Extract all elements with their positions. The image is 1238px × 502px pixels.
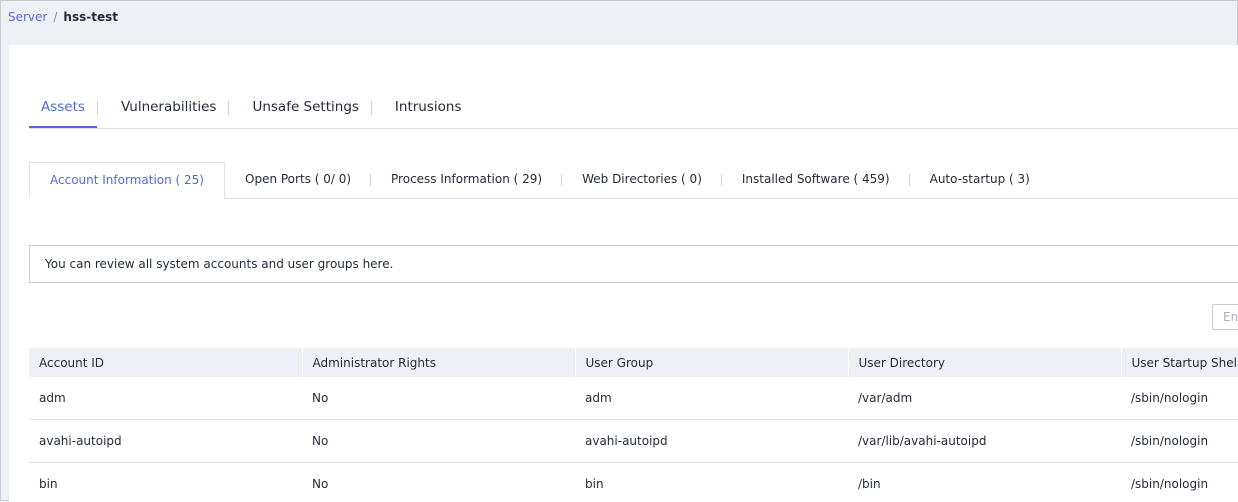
- column-header-user-group: User Group: [575, 348, 848, 377]
- subtab-process-information[interactable]: Process Information ( 29): [371, 162, 562, 198]
- tab-intrusions[interactable]: Intrusions: [383, 93, 474, 126]
- table-row: bin No bin /bin /sbin/nologin: [29, 463, 1238, 502]
- cell-user-directory: /var/adm: [848, 377, 1121, 420]
- column-header-user-directory: User Directory: [848, 348, 1121, 377]
- breadcrumb-server-link[interactable]: Server: [8, 10, 47, 24]
- subtab-account-information[interactable]: Account Information ( 25): [29, 162, 225, 199]
- cell-user-group: bin: [575, 463, 848, 502]
- subtab-open-ports[interactable]: Open Ports ( 0/ 0): [225, 162, 371, 198]
- cell-user-startup-shell: /sbin/nologin: [1121, 377, 1238, 420]
- search-input[interactable]: Ent: [1212, 304, 1238, 330]
- cell-administrator-rights: No: [302, 420, 575, 463]
- cell-administrator-rights: No: [302, 463, 575, 502]
- subtab-auto-startup[interactable]: Auto-startup ( 3): [910, 162, 1050, 198]
- cell-user-startup-shell: /sbin/nologin: [1121, 463, 1238, 502]
- cell-account-id: bin: [29, 463, 302, 502]
- info-notice: You can review all system accounts and u…: [29, 245, 1238, 283]
- subtab-web-directories[interactable]: Web Directories ( 0): [562, 162, 722, 198]
- cell-account-id: adm: [29, 377, 302, 420]
- tab-vulnerabilities[interactable]: Vulnerabilities: [109, 93, 229, 126]
- cell-user-group: adm: [575, 377, 848, 420]
- breadcrumb: Server / hss-test: [8, 9, 118, 25]
- table-header-row: Account ID Administrator Rights User Gro…: [29, 348, 1238, 377]
- main-tabs: Assets Vulnerabilities Unsafe Settings I…: [29, 93, 1238, 129]
- column-header-account-id: Account ID: [29, 348, 302, 377]
- cell-account-id: avahi-autoipd: [29, 420, 302, 463]
- tab-unsafe-settings[interactable]: Unsafe Settings: [240, 93, 370, 126]
- breadcrumb-separator: /: [53, 10, 57, 24]
- column-header-administrator-rights: Administrator Rights: [302, 348, 575, 377]
- tab-assets[interactable]: Assets: [29, 93, 97, 128]
- cell-user-directory: /var/lib/avahi-autoipd: [848, 420, 1121, 463]
- content-panel: Assets Vulnerabilities Unsafe Settings I…: [9, 45, 1238, 502]
- subtab-installed-software[interactable]: Installed Software ( 459): [722, 162, 910, 198]
- sub-tabs: Account Information ( 25) Open Ports ( 0…: [29, 162, 1238, 199]
- cell-user-directory: /bin: [848, 463, 1121, 502]
- cell-user-startup-shell: /sbin/nologin: [1121, 420, 1238, 463]
- breadcrumb-current: hss-test: [63, 10, 118, 24]
- cell-user-group: avahi-autoipd: [575, 420, 848, 463]
- accounts-table: Account ID Administrator Rights User Gro…: [29, 348, 1238, 502]
- table-row: avahi-autoipd No avahi-autoipd /var/lib/…: [29, 420, 1238, 463]
- cell-administrator-rights: No: [302, 377, 575, 420]
- column-header-user-startup-shell: User Startup Shell: [1121, 348, 1238, 377]
- table-row: adm No adm /var/adm /sbin/nologin: [29, 377, 1238, 420]
